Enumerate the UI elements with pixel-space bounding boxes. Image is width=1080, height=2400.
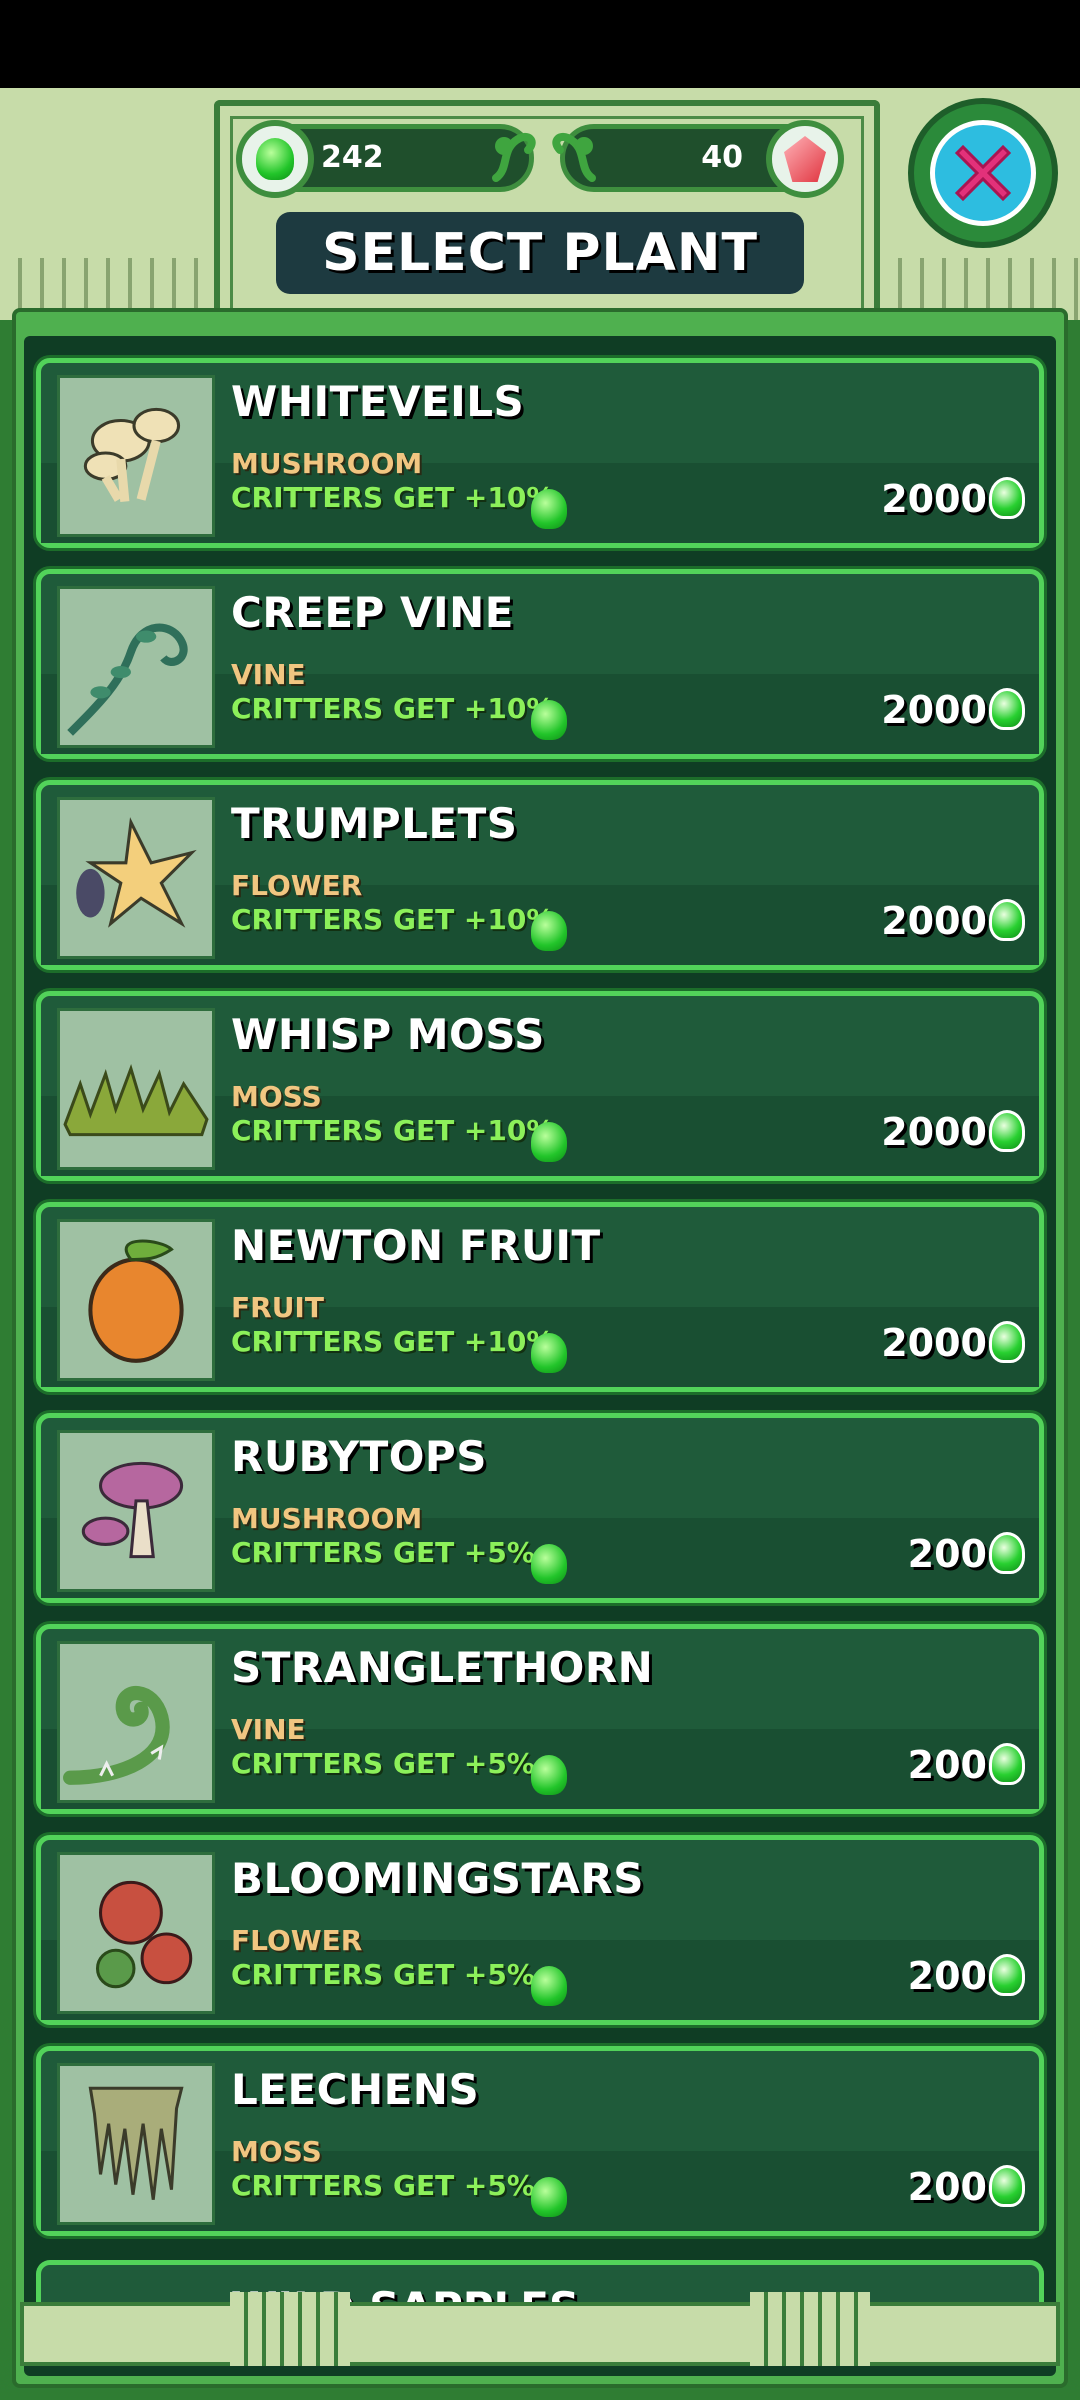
close-button[interactable] bbox=[908, 98, 1058, 248]
plant-bonus: CRITTERS GET +10% bbox=[231, 1114, 555, 1147]
vine-ornament-icon bbox=[492, 133, 536, 182]
plant-price: 200 bbox=[907, 1532, 987, 1576]
footer-ornament bbox=[20, 2262, 1060, 2380]
plant-type: VINE bbox=[231, 658, 306, 691]
green-gem-icon bbox=[531, 489, 567, 529]
plant-name: WHITEVEILS bbox=[231, 377, 525, 426]
plant-price: 200 bbox=[907, 2165, 987, 2209]
plant-type: MUSHROOM bbox=[231, 1502, 423, 1535]
plant-name: LEECHENS bbox=[231, 2065, 480, 2114]
green-gem-icon bbox=[531, 2177, 567, 2217]
green-gem-icon bbox=[989, 899, 1025, 941]
green-gem-icon bbox=[989, 1321, 1025, 1363]
plant-bonus: CRITTERS GET +5% bbox=[231, 1536, 535, 1569]
plant-bonus: CRITTERS GET +10% bbox=[231, 903, 555, 936]
gem-count: 242 bbox=[321, 140, 384, 175]
green-gem-icon bbox=[531, 1544, 567, 1584]
green-gem-icon bbox=[989, 1743, 1025, 1785]
status-bar bbox=[0, 0, 1080, 88]
page-title: SELECT PLANT bbox=[276, 212, 804, 294]
plant-type: MOSS bbox=[231, 1080, 322, 1113]
plant-price: 2000 bbox=[881, 1321, 987, 1365]
plant-card[interactable]: NEWTON FRUIT FRUIT CRITTERS GET +10% 200… bbox=[36, 1202, 1044, 1392]
plant-price: 2000 bbox=[881, 688, 987, 732]
plant-card[interactable]: STRANGLETHORN VINE CRITTERS GET +5% 200 bbox=[36, 1624, 1044, 1814]
plant-price: 200 bbox=[907, 1743, 987, 1787]
green-gem-icon bbox=[531, 1755, 567, 1795]
moss-icon bbox=[57, 1008, 215, 1170]
plant-card[interactable]: WHISP MOSS MOSS CRITTERS GET +10% 2000 bbox=[36, 991, 1044, 1181]
plant-name: RUBYTOPS bbox=[231, 1432, 487, 1481]
vine-icon bbox=[57, 586, 215, 748]
plant-price: 2000 bbox=[881, 477, 987, 521]
plant-card[interactable]: WHITEVEILS MUSHROOM CRITTERS GET +10% 20… bbox=[36, 358, 1044, 548]
flower-icon bbox=[57, 797, 215, 959]
green-gem-icon bbox=[989, 477, 1025, 519]
plant-price: 2000 bbox=[881, 899, 987, 943]
green-gem-icon bbox=[236, 120, 314, 198]
thorn-vine-icon bbox=[57, 1641, 215, 1803]
close-x-icon bbox=[954, 144, 1012, 202]
green-gem-icon bbox=[531, 1333, 567, 1373]
green-gem-icon bbox=[531, 1122, 567, 1162]
red-crystal-icon bbox=[766, 120, 844, 198]
plant-bonus: CRITTERS GET +5% bbox=[231, 1958, 535, 1991]
green-gem-icon bbox=[989, 688, 1025, 730]
plant-name: TRUMPLETS bbox=[231, 799, 518, 848]
plant-type: VINE bbox=[231, 1713, 306, 1746]
plant-type: MUSHROOM bbox=[231, 447, 423, 480]
plant-type: FRUIT bbox=[231, 1291, 324, 1324]
plant-type: FLOWER bbox=[231, 869, 363, 902]
fruit-icon bbox=[57, 1219, 215, 1381]
green-gem-icon bbox=[989, 2165, 1025, 2207]
plant-bonus: CRITTERS GET +5% bbox=[231, 1747, 535, 1780]
plant-price: 2000 bbox=[881, 1110, 987, 1154]
plant-bonus: CRITTERS GET +5% bbox=[231, 2169, 535, 2202]
plant-type: MOSS bbox=[231, 2135, 322, 2168]
plant-name: CREEP VINE bbox=[231, 588, 514, 637]
vine-ornament-icon bbox=[552, 133, 596, 182]
moss-icon bbox=[57, 2063, 215, 2225]
green-gem-icon bbox=[531, 700, 567, 740]
plant-name: NEWTON FRUIT bbox=[231, 1221, 601, 1270]
plant-name: WHISP MOSS bbox=[231, 1010, 545, 1059]
plant-bonus: CRITTERS GET +10% bbox=[231, 481, 555, 514]
plant-bonus: CRITTERS GET +10% bbox=[231, 1325, 555, 1358]
mushroom-icon bbox=[57, 1430, 215, 1592]
plant-card[interactable]: LEECHENS MOSS CRITTERS GET +5% 200 bbox=[36, 2046, 1044, 2236]
crystal-count: 40 bbox=[701, 140, 743, 175]
green-gem-icon bbox=[531, 1966, 567, 2006]
plant-price: 200 bbox=[907, 1954, 987, 1998]
green-gem-icon bbox=[989, 1954, 1025, 1996]
green-gem-icon bbox=[531, 911, 567, 951]
mushroom-icon bbox=[57, 375, 215, 537]
plant-type: FLOWER bbox=[231, 1924, 363, 1957]
plant-card[interactable]: RUBYTOPS MUSHROOM CRITTERS GET +5% 200 bbox=[36, 1413, 1044, 1603]
flower-icon bbox=[57, 1852, 215, 2014]
plant-name: BLOOMINGSTARS bbox=[231, 1854, 644, 1903]
plant-bonus: CRITTERS GET +10% bbox=[231, 692, 555, 725]
plant-card[interactable]: CREEP VINE VINE CRITTERS GET +10% 2000 bbox=[36, 569, 1044, 759]
green-gem-icon bbox=[989, 1532, 1025, 1574]
green-gem-icon bbox=[989, 1110, 1025, 1152]
plant-card[interactable]: TRUMPLETS FLOWER CRITTERS GET +10% 2000 bbox=[36, 780, 1044, 970]
plant-name: STRANGLETHORN bbox=[231, 1643, 654, 1692]
plant-card[interactable]: BLOOMINGSTARS FLOWER CRITTERS GET +5% 20… bbox=[36, 1835, 1044, 2025]
